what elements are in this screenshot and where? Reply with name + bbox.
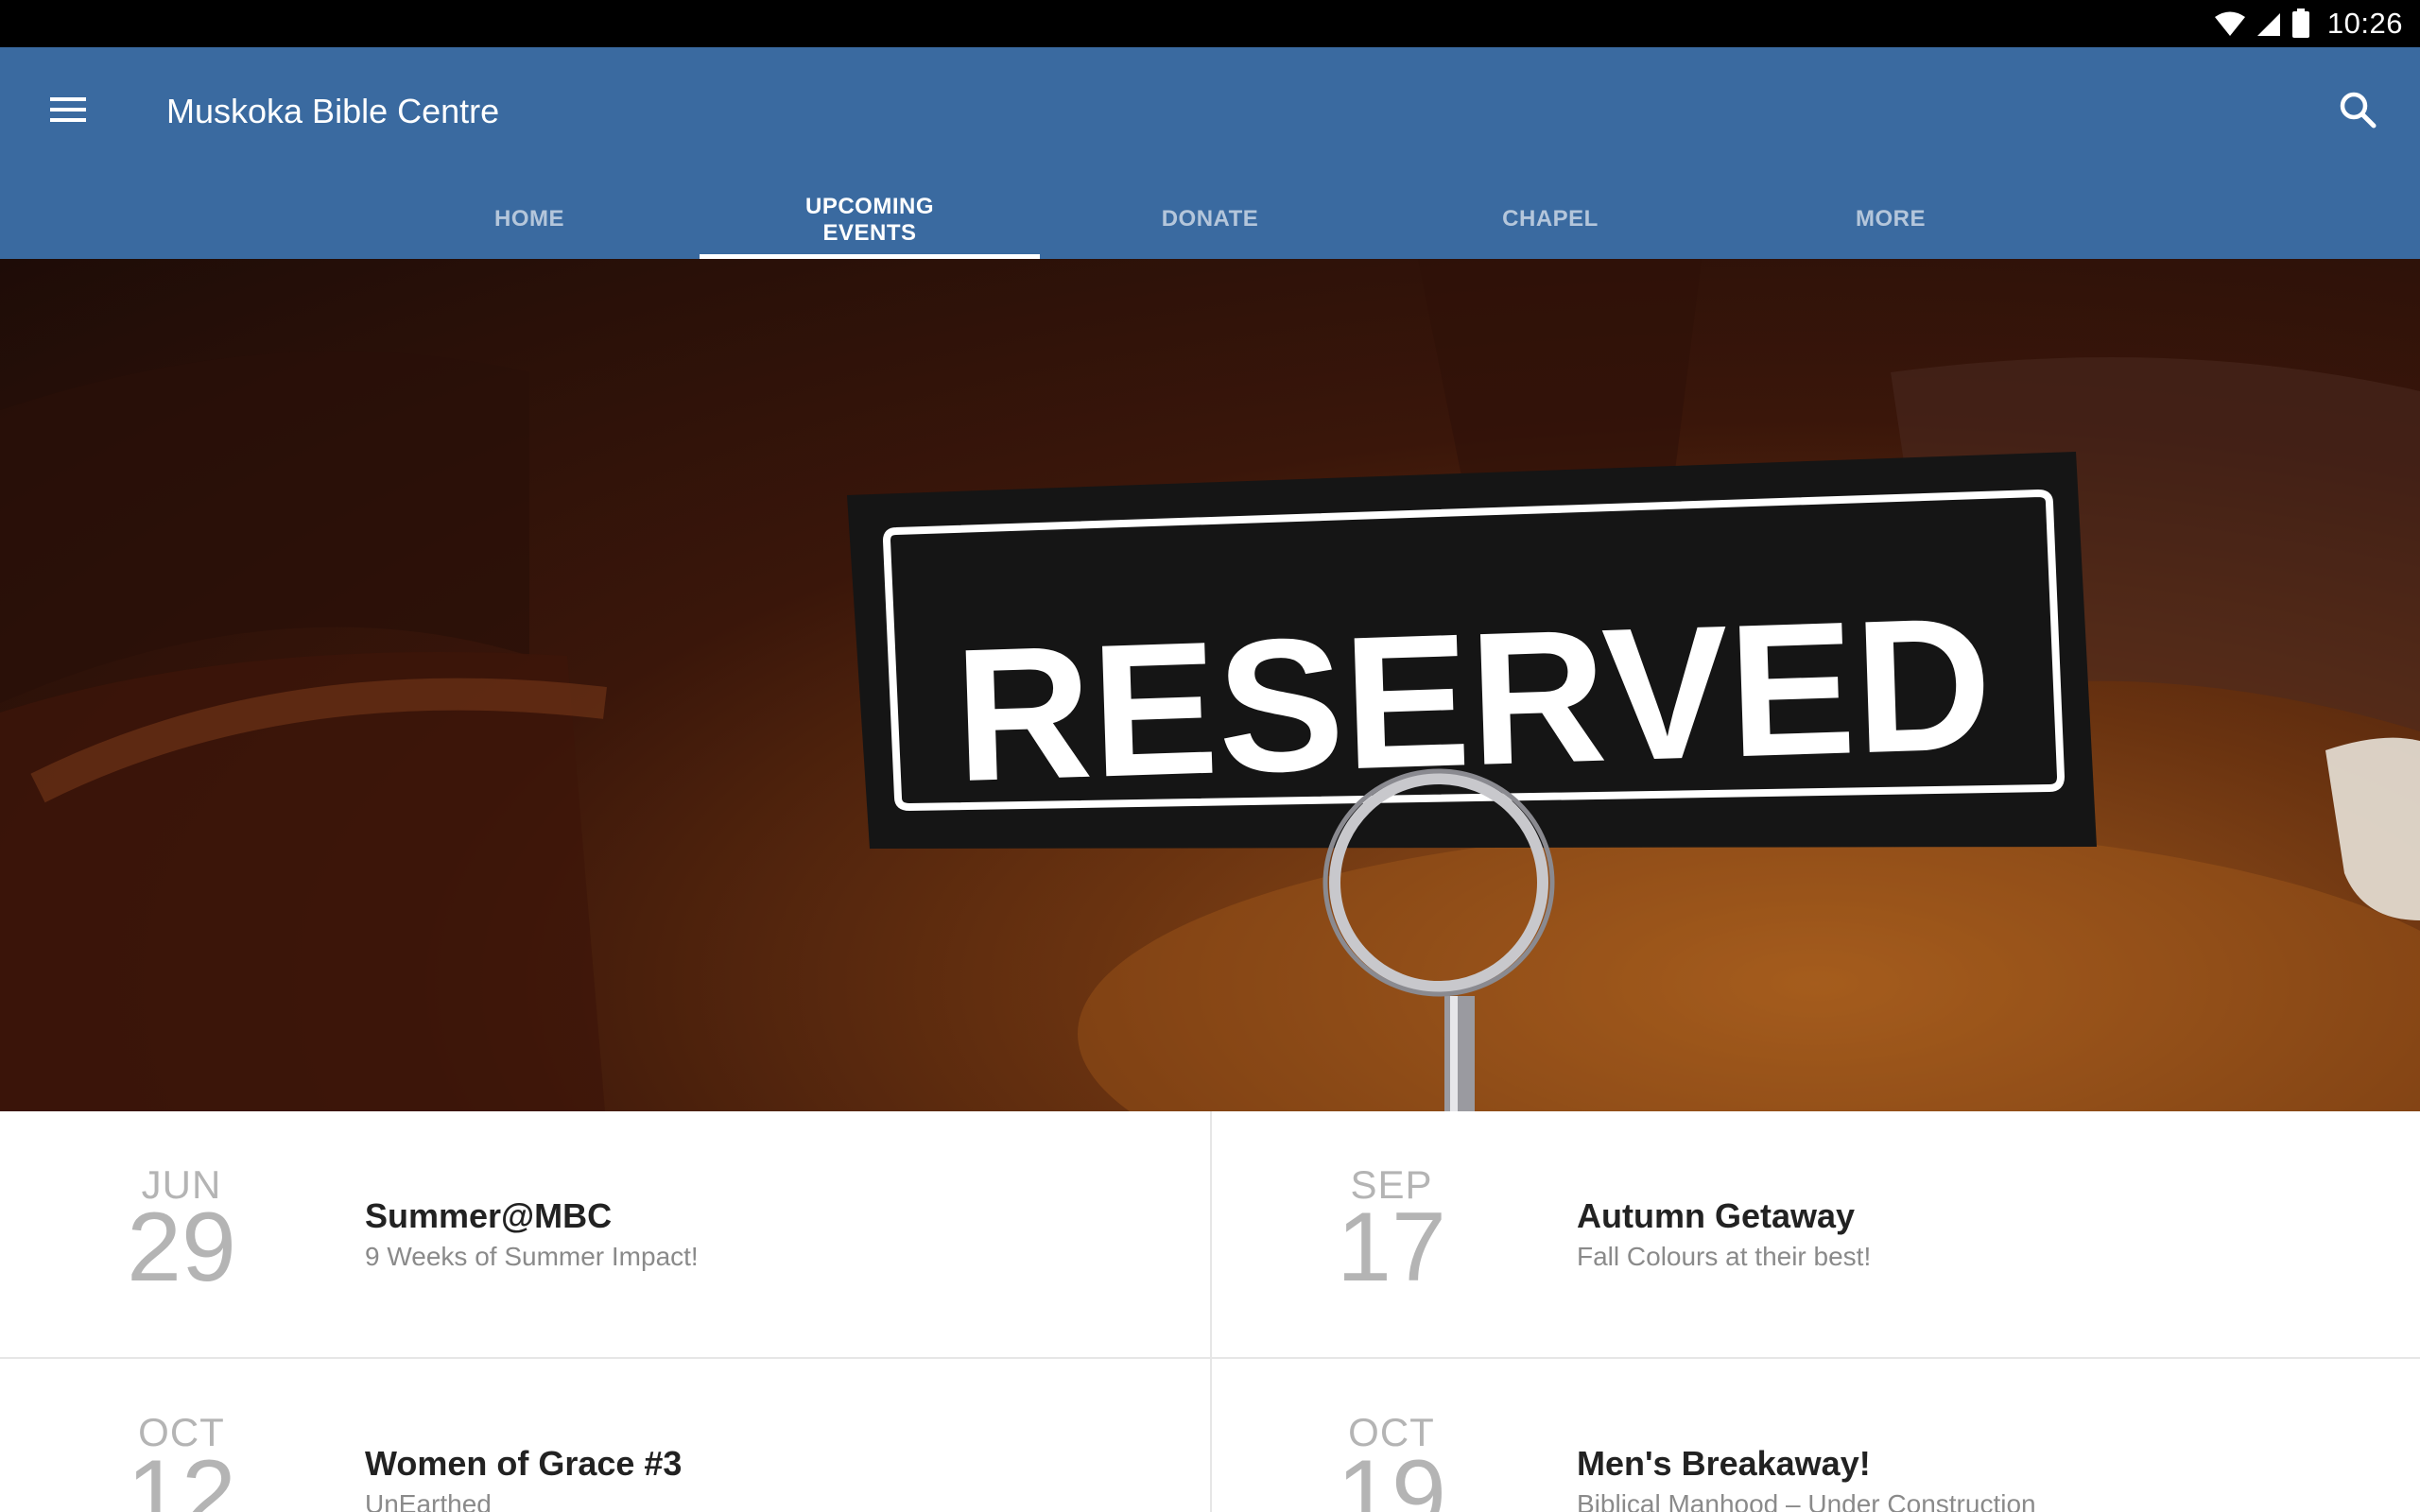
event-subtitle: UnEarthed bbox=[365, 1489, 492, 1512]
event-day: 19 bbox=[1337, 1440, 1446, 1512]
event-day: 17 bbox=[1337, 1193, 1446, 1302]
event-subtitle: Biblical Manhood – Under Construction bbox=[1577, 1489, 2036, 1512]
event-day: 29 bbox=[127, 1193, 236, 1302]
event-card[interactable]: OCT 12 Women of Grace #3 UnEarthed bbox=[0, 1359, 1210, 1512]
tab-upcoming-events[interactable]: UPCOMING EVENTS bbox=[700, 180, 1040, 259]
app-bar: Muskoka Bible Centre HOME UPCOMING EVENT… bbox=[0, 47, 2420, 259]
hero-illustration: RESERVED bbox=[0, 259, 2420, 1111]
tab-home[interactable]: HOME bbox=[359, 180, 700, 259]
tab-label: MORE bbox=[1856, 206, 1926, 232]
status-time: 10:26 bbox=[2326, 7, 2403, 40]
event-subtitle: 9 Weeks of Summer Impact! bbox=[365, 1242, 699, 1271]
search-button[interactable] bbox=[2329, 83, 2386, 140]
tab-bar: HOME UPCOMING EVENTS DONATE CHAPEL MORE bbox=[359, 180, 2061, 259]
event-day: 12 bbox=[127, 1440, 236, 1512]
event-card[interactable]: SEP 17 Autumn Getaway Fall Colours at th… bbox=[1212, 1111, 2420, 1357]
event-title: Summer@MBC bbox=[365, 1196, 613, 1235]
tab-label: CHAPEL bbox=[1502, 206, 1599, 232]
event-card[interactable]: JUN 29 Summer@MBC 9 Weeks of Summer Impa… bbox=[0, 1111, 1210, 1357]
app-title: Muskoka Bible Centre bbox=[166, 92, 500, 130]
wifi-icon bbox=[2214, 10, 2246, 37]
event-title: Autumn Getaway bbox=[1577, 1196, 1856, 1235]
event-subtitle: Fall Colours at their best! bbox=[1577, 1242, 1872, 1271]
tab-donate[interactable]: DONATE bbox=[1040, 180, 1380, 259]
status-icons: 10:26 bbox=[2214, 0, 2403, 47]
tab-label: DONATE bbox=[1161, 206, 1259, 232]
menu-button[interactable] bbox=[42, 85, 95, 138]
hero-image: RESERVED bbox=[0, 259, 2420, 1111]
menu-icon bbox=[50, 96, 86, 128]
tab-chapel[interactable]: CHAPEL bbox=[1380, 180, 1720, 259]
events-list: JUN 29 Summer@MBC 9 Weeks of Summer Impa… bbox=[0, 1111, 2420, 1512]
tab-more[interactable]: MORE bbox=[1720, 180, 2061, 259]
tab-label: HOME bbox=[494, 206, 564, 232]
tab-label: UPCOMING EVENTS bbox=[805, 194, 934, 246]
event-card[interactable]: OCT 19 Men's Breakaway! Biblical Manhood… bbox=[1212, 1359, 2420, 1512]
signal-icon bbox=[2256, 10, 2282, 37]
status-bar: 10:26 bbox=[0, 0, 2420, 47]
search-icon bbox=[2339, 91, 2377, 133]
event-title: Men's Breakaway! bbox=[1577, 1444, 1871, 1483]
battery-icon bbox=[2291, 9, 2310, 39]
event-title: Women of Grace #3 bbox=[365, 1444, 683, 1483]
